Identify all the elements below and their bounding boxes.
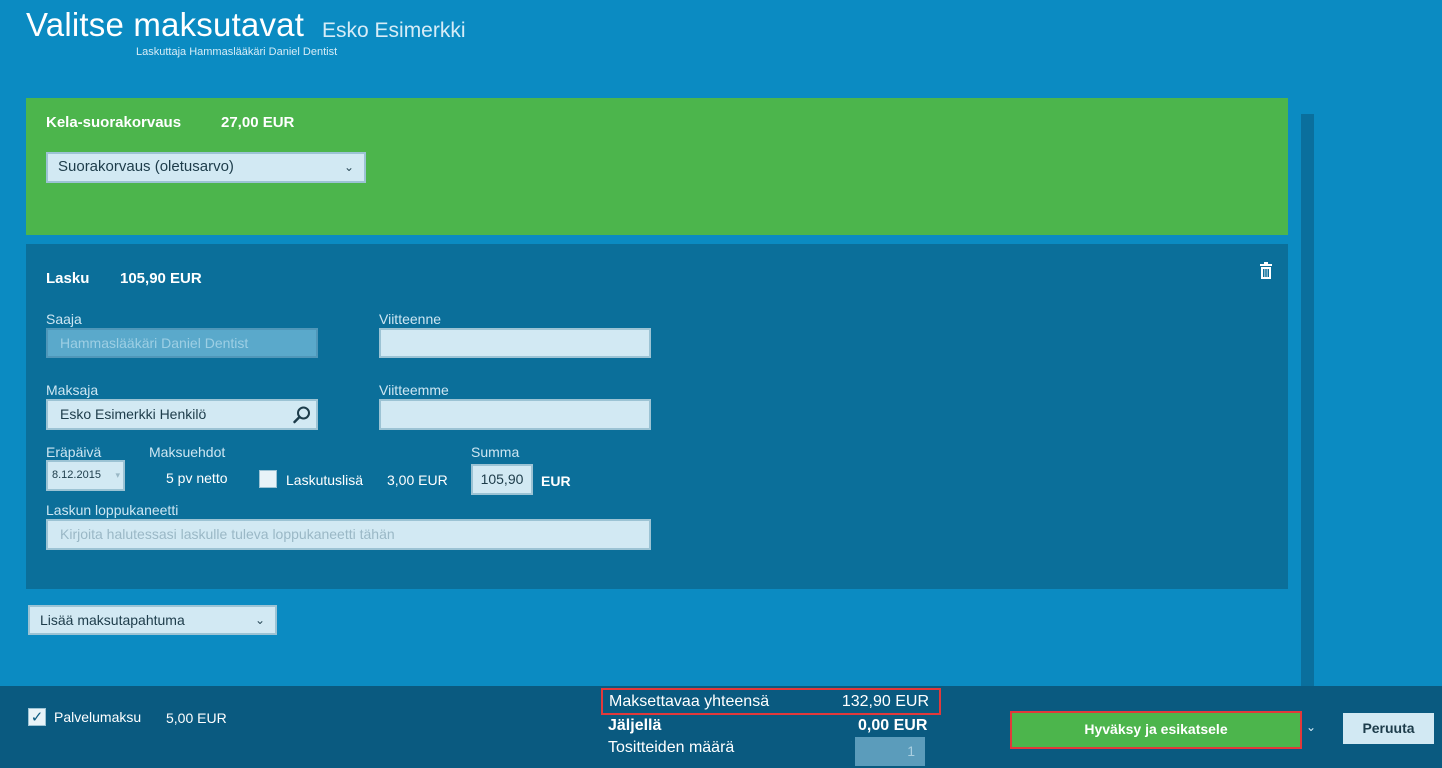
payer-value: Esko Esimerkki Henkilö	[60, 406, 207, 422]
invoice-amount: 105,90 EUR	[120, 270, 202, 287]
recipient-label: Saaja	[46, 311, 82, 327]
kela-type-value: Suorakorvaus (oletusarvo)	[58, 158, 234, 175]
approve-preview-button[interactable]: Hyväksy ja esikatsele	[1010, 711, 1302, 749]
billing-fee-checkbox[interactable]	[259, 470, 277, 488]
add-payment-select[interactable]: Lisää maksutapahtuma ⌄	[28, 605, 277, 635]
total-highlight: Maksettavaa yhteensä 132,90 EUR	[601, 688, 941, 715]
billing-fee-label: Laskutuslisä	[286, 472, 364, 488]
check-icon: ✓	[30, 709, 44, 726]
terms-label: Maksuehdot	[149, 444, 226, 460]
customer-name: Esko Esimerkki	[322, 19, 466, 42]
service-fee-amount: 5,00 EUR	[166, 710, 227, 726]
chevron-down-icon: ⌄	[343, 160, 354, 174]
kela-title: Kela-suorakorvaus	[46, 114, 182, 131]
voucher-count-value: 1	[907, 743, 915, 759]
chevron-down-icon: ⌄	[254, 613, 265, 627]
comment-label: Laskun loppukaneetti	[46, 502, 179, 518]
biller-label: Laskuttaja Hammaslääkäri Daniel Dentist	[136, 46, 338, 58]
billing-fee-amount: 3,00 EUR	[387, 472, 448, 488]
search-icon[interactable]	[292, 405, 312, 433]
cancel-button[interactable]: Peruuta	[1343, 713, 1434, 744]
sum-label: Summa	[471, 444, 520, 460]
kela-type-select[interactable]: Suorakorvaus (oletusarvo) ⌄	[46, 152, 366, 183]
add-payment-label: Lisää maksutapahtuma	[40, 612, 185, 628]
voucher-count-field: 1	[855, 737, 925, 766]
service-fee-label: Palvelumaksu	[54, 709, 142, 725]
vertical-scrollbar[interactable]	[1301, 98, 1314, 686]
approve-preview-label: Hyväksy ja esikatsele	[1084, 721, 1228, 737]
comment-placeholder: Kirjoita halutessasi laskulle tuleva lop…	[60, 526, 395, 542]
due-date-value: 8.12.2015	[52, 469, 101, 481]
terms-value: 5 pv netto	[166, 470, 228, 486]
sum-unit: EUR	[541, 473, 571, 489]
sum-input[interactable]: 105,90	[471, 464, 533, 495]
recipient-field: Hammaslääkäri Daniel Dentist	[46, 328, 318, 358]
chevron-down-icon: ▾	[115, 470, 120, 480]
your-reference-input[interactable]	[379, 328, 651, 358]
kela-amount: 27,00 EUR	[221, 114, 295, 131]
remaining-value: 0,00 EUR	[858, 717, 928, 734]
invoice-title: Lasku	[46, 270, 90, 287]
due-date-label: Eräpäivä	[46, 444, 102, 460]
payer-label: Maksaja	[46, 382, 99, 398]
page-title: Valitse maksutavat	[26, 6, 305, 43]
our-reference-label: Viitteemme	[379, 382, 449, 398]
your-reference-label: Viitteenne	[379, 311, 442, 327]
footer-bar: ✓ Palvelumaksu 5,00 EUR Maksettavaa yhte…	[0, 686, 1442, 768]
our-reference-input[interactable]	[379, 399, 651, 430]
voucher-count-label: Tositteiden määrä	[608, 739, 735, 756]
due-date-picker[interactable]: 8.12.2015 ▾	[46, 460, 125, 491]
chevron-down-icon[interactable]: ⌄	[1306, 720, 1316, 734]
invoice-panel: Lasku 105,90 EUR Saaja Hammaslääkäri Dan…	[26, 244, 1288, 589]
remaining-label: Jäljellä	[608, 717, 662, 734]
cancel-label: Peruuta	[1362, 720, 1415, 736]
trash-icon[interactable]	[1258, 262, 1274, 280]
recipient-value: Hammaslääkäri Daniel Dentist	[60, 335, 249, 351]
kela-panel: Kela-suorakorvaus 27,00 EUR Suorakorvaus…	[26, 98, 1288, 235]
total-value: 132,90 EUR	[841, 693, 929, 710]
scrollbar-top	[1301, 98, 1314, 114]
payer-input[interactable]: Esko Esimerkki Henkilö	[46, 399, 318, 430]
comment-input[interactable]: Kirjoita halutessasi laskulle tuleva lop…	[46, 519, 651, 550]
service-fee-checkbox[interactable]: ✓	[28, 708, 46, 726]
total-label: Maksettavaa yhteensä	[609, 693, 770, 710]
sum-value: 105,90	[480, 471, 524, 487]
